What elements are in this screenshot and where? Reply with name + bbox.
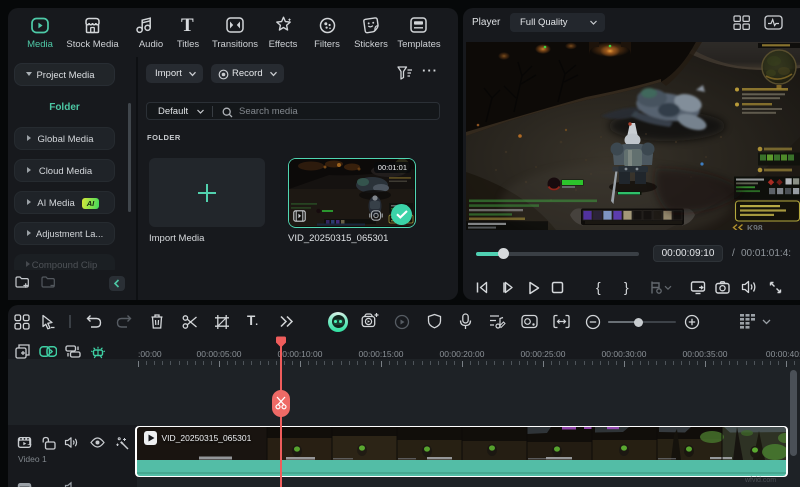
svg-text:K98: K98: [747, 223, 763, 230]
